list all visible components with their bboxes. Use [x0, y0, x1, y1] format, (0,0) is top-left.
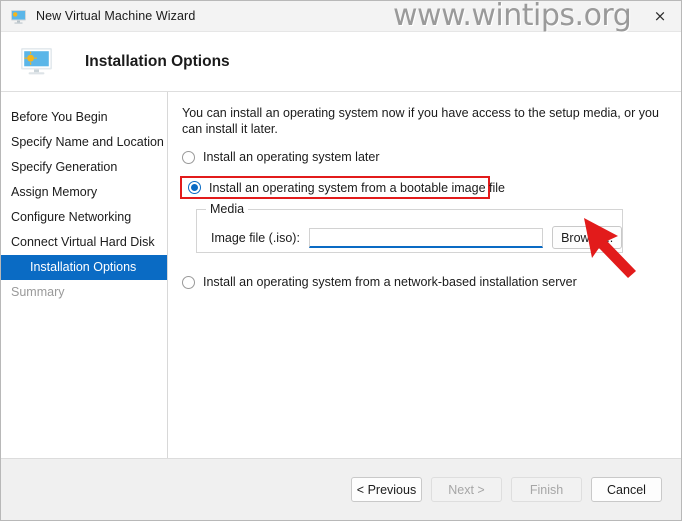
sidebar-item-before-you-begin[interactable]: Before You Begin — [1, 105, 167, 130]
radio-label-install-later: Install an operating system later — [203, 150, 380, 164]
previous-button[interactable]: < Previous — [351, 477, 422, 502]
virtual-machine-monitor-icon — [10, 8, 27, 25]
sidebar-item-assign-memory[interactable]: Assign Memory — [1, 180, 167, 205]
radio-button-unchecked-icon[interactable] — [182, 275, 195, 289]
sidebar-item-installation-options[interactable]: Installation Options — [1, 255, 167, 280]
new-virtual-machine-wizard-window: New Virtual Machine Wizard × www.wintips… — [0, 0, 682, 521]
radio-option-network-install[interactable]: Install an operating system from a netwo… — [182, 275, 667, 289]
page-title: Installation Options — [85, 52, 230, 70]
radio-label-network-install: Install an operating system from a netwo… — [203, 275, 577, 289]
sidebar-item-specify-name-and-location[interactable]: Specify Name and Location — [1, 130, 167, 155]
media-groupbox-legend: Media — [206, 202, 249, 216]
browse-button[interactable]: Browse... — [552, 226, 622, 249]
wizard-footer: < Previous Next > Finish Cancel — [1, 458, 681, 520]
radio-option-bootable-image-highlighted[interactable]: Install an operating system from a boota… — [180, 176, 505, 199]
cancel-button[interactable]: Cancel — [591, 477, 662, 502]
wizard-steps-sidebar: Before You Begin Specify Name and Locati… — [1, 92, 168, 458]
wizard-body: Before You Begin Specify Name and Locati… — [1, 92, 681, 458]
image-file-input[interactable] — [308, 227, 544, 248]
title-bar: New Virtual Machine Wizard × www.wintips… — [1, 0, 681, 33]
radio-button-unchecked-icon[interactable] — [182, 150, 195, 164]
wizard-header: Installation Options — [1, 32, 681, 92]
sidebar-item-connect-virtual-hard-disk[interactable]: Connect Virtual Hard Disk — [1, 230, 167, 255]
next-button: Next > — [431, 477, 502, 502]
media-groupbox: Media Image file (.iso): Browse... — [196, 202, 623, 253]
media-row: Image file (.iso): Browse... — [197, 226, 622, 249]
intro-text: You can install an operating system now … — [182, 106, 659, 136]
finish-button: Finish — [511, 477, 582, 502]
window-title: New Virtual Machine Wizard — [36, 9, 196, 23]
wizard-content-panel: You can install an operating system now … — [168, 92, 681, 458]
sidebar-item-specify-generation[interactable]: Specify Generation — [1, 155, 167, 180]
virtual-machine-monitor-icon — [20, 47, 53, 76]
sidebar-item-summary: Summary — [11, 285, 65, 299]
sidebar-item-configure-networking[interactable]: Configure Networking — [1, 205, 167, 230]
radio-label-bootable-image: Install an operating system from a boota… — [209, 180, 505, 195]
radio-button-checked-icon[interactable] — [188, 181, 201, 194]
close-icon[interactable]: × — [639, 1, 681, 32]
watermark-text: www.wintips.org — [393, 0, 632, 33]
radio-option-install-later[interactable]: Install an operating system later — [182, 150, 667, 164]
image-file-label: Image file (.iso): — [211, 230, 300, 245]
